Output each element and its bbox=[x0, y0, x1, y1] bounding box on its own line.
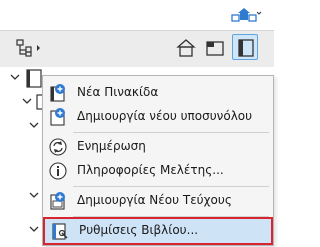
layout-book-button[interactable] bbox=[232, 34, 258, 60]
menu-item-book-settings[interactable]: Ρυθμίσεις Βιβλίου... bbox=[43, 217, 273, 245]
menu-item-new-layout[interactable]: Νέα Πινακίδα bbox=[43, 81, 273, 105]
top-bar bbox=[0, 0, 274, 30]
menu-item-new-issue[interactable]: Δημιουργία Νέου Τεύχους bbox=[43, 189, 273, 213]
info-icon bbox=[49, 162, 67, 180]
navigator-mode-button[interactable] bbox=[228, 4, 262, 26]
house-stack-icon bbox=[231, 8, 262, 22]
book-settings-icon bbox=[52, 223, 68, 240]
new-subset-icon bbox=[50, 108, 65, 126]
navigator-options-button[interactable] bbox=[9, 34, 41, 60]
new-layout-icon bbox=[50, 84, 65, 102]
navigator-toolbar bbox=[0, 31, 274, 65]
menu-separator bbox=[73, 186, 269, 187]
view-map-button[interactable] bbox=[201, 34, 227, 60]
menu-item-update[interactable]: Ενημέρωση bbox=[43, 135, 273, 159]
layout-book-icon bbox=[238, 39, 254, 57]
menu-item-new-subset[interactable]: Δημιουργία νέου υποσυνόλου bbox=[43, 105, 273, 129]
project-map-icon bbox=[176, 39, 196, 57]
project-map-button[interactable] bbox=[172, 34, 198, 60]
menu-item-label: Ενημέρωση bbox=[77, 139, 146, 153]
tree-options-icon bbox=[16, 39, 40, 57]
menu-item-label: Ρυθμίσεις Βιβλίου... bbox=[79, 223, 199, 237]
menu-item-label: Πληροφορίες Μελέτης... bbox=[77, 163, 224, 177]
menu-item-label: Δημιουργία Νέου Τεύχους bbox=[77, 193, 232, 207]
new-issue-icon bbox=[50, 192, 65, 210]
menu-item-label: Νέα Πινακίδα bbox=[77, 85, 159, 99]
menu-item-project-info[interactable]: Πληροφορίες Μελέτης... bbox=[43, 159, 273, 183]
update-icon bbox=[49, 138, 67, 156]
menu-item-label: Δημιουργία νέου υποσυνόλου bbox=[77, 109, 253, 123]
menu-separator bbox=[73, 132, 269, 133]
menu-separator bbox=[73, 216, 269, 217]
view-map-icon bbox=[206, 41, 224, 56]
context-menu: Νέα Πινακίδα Δημιουργία νέου υποσυνόλου … bbox=[42, 75, 274, 246]
